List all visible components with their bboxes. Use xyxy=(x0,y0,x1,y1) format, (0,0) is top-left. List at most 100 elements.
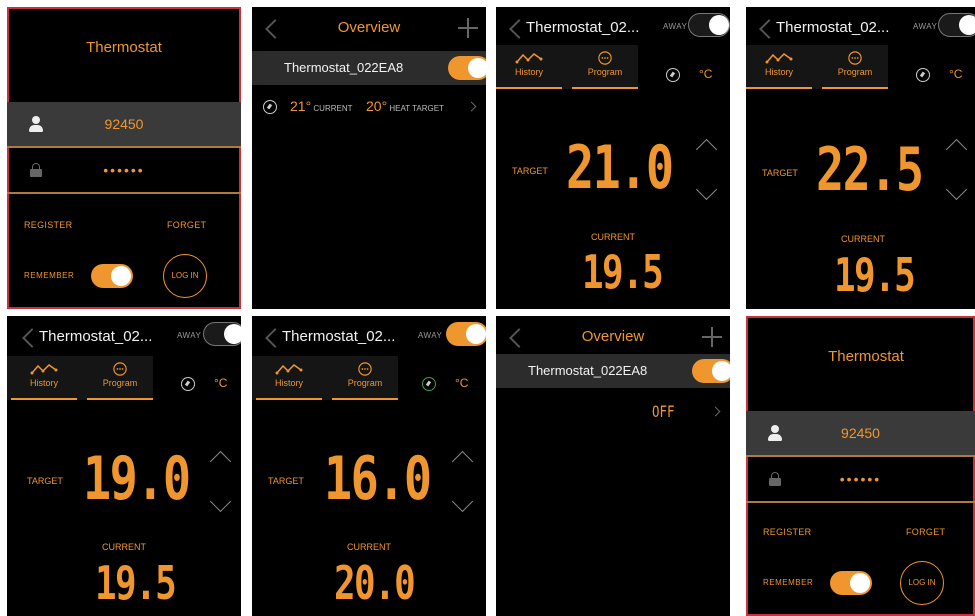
target-temp-line: 20° HEAT TARGET xyxy=(366,98,444,114)
target-value: 19.0 xyxy=(83,444,191,514)
tab-program[interactable]: Program xyxy=(87,356,153,400)
arrow-up-icon[interactable] xyxy=(945,138,968,161)
tab-program[interactable]: Program xyxy=(332,356,398,400)
device-row[interactable]: Thermostat_022EA8 xyxy=(252,51,486,85)
device-toggle[interactable] xyxy=(448,56,486,80)
eco-leaf-icon[interactable] xyxy=(181,377,195,391)
password-field[interactable]: •••••• xyxy=(746,471,975,487)
device-title: Thermostat_02... xyxy=(526,19,640,36)
detail-screen: Thermostat_02... AWAY History Program °C… xyxy=(7,316,241,616)
detail-screen: Thermostat_02... AWAY History Program °C… xyxy=(496,7,730,309)
unit-label[interactable]: °C xyxy=(214,376,227,390)
plus-icon[interactable] xyxy=(458,18,478,38)
remember-label: REMEMBER xyxy=(24,271,75,280)
eco-leaf-icon[interactable] xyxy=(422,377,436,391)
username-row[interactable]: 92450 xyxy=(7,102,241,146)
register-link[interactable]: REGISTER xyxy=(24,220,72,230)
toggle-knob xyxy=(466,324,486,344)
forget-link[interactable]: FORGET xyxy=(906,527,945,537)
unit-label[interactable]: °C xyxy=(455,376,468,390)
program-icon xyxy=(848,51,862,65)
tab-bar: History Program xyxy=(746,45,888,89)
eco-leaf-icon[interactable] xyxy=(916,68,930,82)
target-temp: 20° xyxy=(366,98,388,114)
tab-program-label: Program xyxy=(587,67,623,77)
tab-history[interactable]: History xyxy=(11,356,77,400)
tab-bar: History Program xyxy=(7,356,153,400)
tab-program[interactable]: Program xyxy=(572,45,638,89)
overview-screen: Overview Thermostat_022EA8 OFF xyxy=(496,316,730,616)
away-label: AWAY xyxy=(663,22,688,31)
overview-title: Overview xyxy=(337,19,401,36)
login-button[interactable]: LOG IN xyxy=(900,561,944,605)
current-label: CURRENT xyxy=(102,542,146,552)
tab-history-label: History xyxy=(274,378,303,388)
current-label: CURRENT xyxy=(347,542,391,552)
username-field[interactable]: 92450 xyxy=(7,116,241,132)
away-toggle[interactable] xyxy=(688,13,730,37)
away-toggle[interactable] xyxy=(203,322,241,346)
device-title: Thermostat_02... xyxy=(776,19,890,36)
device-title: Thermostat_02... xyxy=(39,328,153,345)
arrow-up-icon[interactable] xyxy=(695,138,718,161)
device-toggle[interactable] xyxy=(692,359,730,383)
password-row[interactable]: •••••• xyxy=(746,457,975,501)
tab-history-label: History xyxy=(764,67,793,77)
target-value: 16.0 xyxy=(324,444,432,514)
password-field[interactable]: •••••• xyxy=(7,162,241,178)
away-toggle[interactable] xyxy=(938,13,975,37)
chevron-right-icon[interactable] xyxy=(466,101,477,112)
device-row[interactable]: Thermostat_022EA8 xyxy=(496,354,730,388)
away-label: AWAY xyxy=(913,22,938,31)
off-status: OFF xyxy=(652,402,675,421)
program-icon xyxy=(358,362,372,376)
login-screen: Thermostat 92450 •••••• REGISTER FORGET … xyxy=(746,316,975,616)
arrow-down-icon[interactable] xyxy=(695,178,718,201)
unit-label[interactable]: °C xyxy=(699,67,712,81)
eco-leaf-icon[interactable] xyxy=(666,68,680,82)
overview-screen: Overview Thermostat_022EA8 21° CURRENT 2… xyxy=(252,7,486,309)
remember-toggle[interactable] xyxy=(830,571,872,595)
plus-icon[interactable] xyxy=(702,327,722,347)
tab-bar: History Program xyxy=(496,45,638,89)
tab-history[interactable]: History xyxy=(496,45,562,89)
tab-history[interactable]: History xyxy=(746,45,812,89)
device-title: Thermostat_02... xyxy=(282,328,396,345)
toggle-knob xyxy=(709,15,729,35)
overview-title: Overview xyxy=(581,328,645,345)
divider xyxy=(7,192,241,194)
target-value: 22.5 xyxy=(816,135,924,205)
current-label: CURRENT xyxy=(841,234,885,244)
unit-label[interactable]: °C xyxy=(949,67,962,81)
current-label: CURRENT xyxy=(591,232,635,242)
arrow-down-icon[interactable] xyxy=(451,490,474,513)
toggle-knob xyxy=(959,15,975,35)
history-icon xyxy=(275,364,303,375)
tab-program[interactable]: Program xyxy=(822,45,888,89)
detail-screen: Thermostat_02... AWAY History Program °C… xyxy=(746,7,975,309)
tab-history[interactable]: History xyxy=(256,356,322,400)
target-label: TARGET xyxy=(512,166,548,176)
chevron-right-icon[interactable] xyxy=(710,406,721,417)
username-field[interactable]: 92450 xyxy=(746,425,975,441)
program-icon xyxy=(113,362,127,376)
detail-screen: Thermostat_02... AWAY History Program °C… xyxy=(252,316,486,616)
arrow-down-icon[interactable] xyxy=(209,490,232,513)
login-button[interactable]: LOG IN xyxy=(163,254,207,298)
remember-toggle[interactable] xyxy=(91,264,133,288)
tab-history-label: History xyxy=(29,378,58,388)
target-value: 21.0 xyxy=(566,133,674,203)
arrow-up-icon[interactable] xyxy=(209,450,232,473)
password-row[interactable]: •••••• xyxy=(7,148,241,192)
target-label: TARGET xyxy=(27,476,63,486)
arrow-up-icon[interactable] xyxy=(451,450,474,473)
toggle-knob xyxy=(712,361,730,381)
register-link[interactable]: REGISTER xyxy=(763,527,811,537)
forget-link[interactable]: FORGET xyxy=(167,220,206,230)
away-toggle[interactable] xyxy=(446,322,486,346)
divider xyxy=(746,501,975,503)
arrow-down-icon[interactable] xyxy=(945,178,968,201)
device-name: Thermostat_022EA8 xyxy=(528,363,648,378)
username-row[interactable]: 92450 xyxy=(746,411,975,455)
target-label: TARGET xyxy=(268,476,304,486)
